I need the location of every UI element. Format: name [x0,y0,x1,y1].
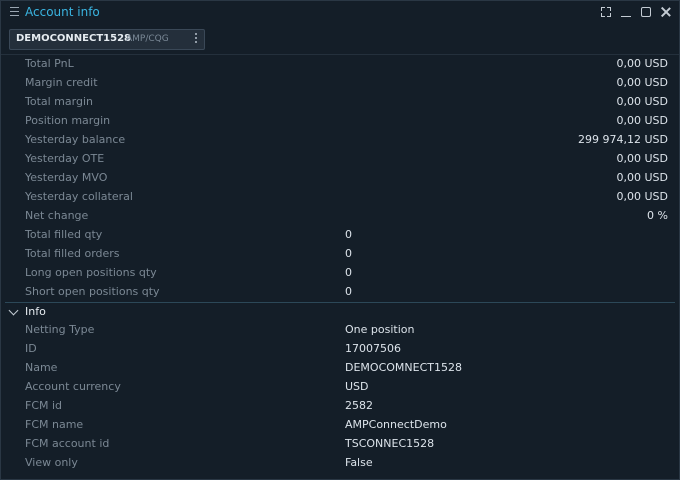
info-group-header[interactable]: Info [1,303,679,321]
metric-value: 0,00 USD [616,57,669,70]
metric-value: 0,00 USD [616,190,669,203]
count-value: 0 [345,247,352,260]
metric-value: 0 % [647,209,668,222]
info-value: 2582 [345,399,373,412]
metric-label: Margin credit [25,76,98,89]
metric-value: 0,00 USD [616,114,669,127]
metric-value: 0,00 USD [616,152,669,165]
info-label: Name [25,361,58,374]
metric-row: Margin credit 0,00 USD [1,74,679,93]
count-value: 0 [345,285,352,298]
metric-value: 0,00 USD [616,95,669,108]
info-label: FCM name [25,418,84,431]
account-info-window: Account info DEMOCONNECT1528 AMP/CQG Tot… [0,0,680,480]
window-controls [599,5,673,19]
metric-row: Total margin 0,00 USD [1,93,679,112]
info-label: FCM account id [25,437,110,450]
info-value: 17007506 [345,342,401,355]
info-label: ID [25,342,37,355]
info-row: FCM account id TSCONNEC1528 [1,435,679,454]
metric-row: Yesterday balance 299 974,12 USD [1,131,679,150]
info-row: Account currency USD [1,378,679,397]
metric-row: Yesterday MVO 0,00 USD [1,169,679,188]
info-row: Name DEMOCOMNECT1528 [1,359,679,378]
metric-row: Position margin 0,00 USD [1,112,679,131]
minimize-icon[interactable] [619,5,633,19]
info-value: False [345,456,373,469]
metric-row: Yesterday collateral 0,00 USD [1,188,679,207]
maximize-icon[interactable] [639,5,653,19]
metric-label: Yesterday collateral [25,190,133,203]
info-label: View only [25,456,78,469]
account-name: DEMOCONNECT1528 [16,33,131,44]
info-label: Netting Type [25,323,95,336]
info-value: USD [345,380,369,393]
info-label: Account currency [25,380,121,393]
count-row: Total filled orders 0 [1,245,679,264]
count-label: Total filled orders [25,247,120,260]
metric-label: Total PnL [25,57,74,70]
info-value: TSCONNEC1528 [345,437,435,450]
metric-label: Yesterday MVO [25,171,108,184]
info-row: FCM name AMPConnectDemo [1,416,679,435]
info-row: FCM id 2582 [1,397,679,416]
count-value: 0 [345,266,352,279]
info-value: One position [345,323,415,336]
metric-label: Net change [25,209,89,222]
count-row: Total filled qty 0 [1,226,679,245]
info-value: AMPConnectDemo [345,418,447,431]
count-label: Total filled qty [25,228,103,241]
metric-row: Total PnL 0,00 USD [1,55,679,74]
metric-label: Position margin [25,114,111,127]
close-icon[interactable] [659,5,673,19]
metric-label: Yesterday OTE [25,152,105,165]
metric-label: Yesterday balance [25,133,126,146]
title-bar: Account info [1,1,679,25]
info-value: DEMOCOMNECT1528 [345,361,462,374]
count-label: Short open positions qty [25,285,160,298]
account-info-list: Total PnL 0,00 USD Margin credit 0,00 USD … [1,54,679,480]
info-row: Netting Type One position [1,321,679,340]
metric-label: Total margin [25,95,93,108]
metric-value: 299 974,12 USD [578,133,668,146]
metric-row: Net change 0 % [1,207,679,226]
count-label: Long open positions qty [25,266,157,279]
metric-value: 0,00 USD [616,76,669,89]
count-row: Long open positions qty 0 [1,264,679,283]
account-selector-tab[interactable]: DEMOCONNECT1528 AMP/CQG [9,29,205,50]
count-row: Short open positions qty 0 [1,283,679,302]
expand-icon[interactable] [599,5,613,19]
chevron-down-icon[interactable] [8,305,19,316]
info-group-label: Info [25,305,46,318]
info-row: View only False [1,454,679,473]
more-options-icon[interactable] [195,33,198,45]
info-row: ID 17007506 [1,340,679,359]
metric-row: Yesterday OTE 0,00 USD [1,150,679,169]
account-connection: AMP/CQG [126,34,169,44]
info-label: FCM id [25,399,63,412]
metric-value: 0,00 USD [616,171,669,184]
window-title: Account info [25,5,100,19]
count-value: 0 [345,228,352,241]
hamburger-menu-icon[interactable] [10,7,19,16]
